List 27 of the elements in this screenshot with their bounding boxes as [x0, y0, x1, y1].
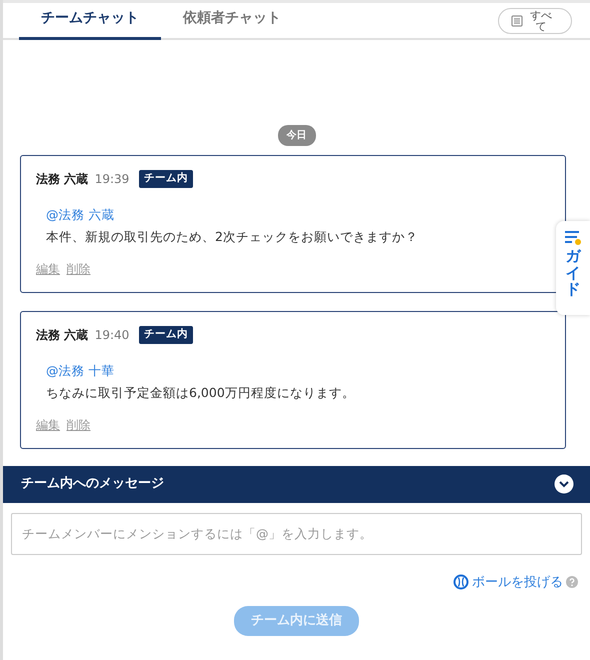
collapse-icon[interactable]: [554, 474, 574, 494]
list-icon: [511, 15, 523, 27]
date-divider: 今日: [278, 125, 316, 146]
message-input[interactable]: チームメンバーにメンションするには「@」を入力します。: [11, 512, 582, 554]
author-name: 法務 六蔵: [36, 171, 88, 188]
guide-tab[interactable]: ガイド: [556, 221, 590, 315]
mention-link[interactable]: @法務 十華: [46, 362, 550, 380]
chat-tab[interactable]: 依頼者チャット: [161, 8, 303, 40]
ball-icon: [452, 574, 468, 590]
message-action[interactable]: 編集: [36, 260, 60, 278]
message-time: 19:39: [94, 171, 130, 188]
composer-title: チーム内へのメッセージ: [21, 475, 164, 494]
message-time: 19:40: [94, 326, 130, 344]
message-action[interactable]: 削除: [66, 416, 90, 434]
scope-tag: チーム内: [139, 170, 194, 188]
ball-link[interactable]: ボールを投げる: [472, 572, 563, 592]
message-action[interactable]: 編集: [36, 416, 60, 434]
scope-tag: チーム内: [139, 326, 194, 344]
mention-link[interactable]: @法務 六蔵: [46, 206, 550, 225]
author-name: 法務 六蔵: [36, 326, 88, 344]
message-text: ちなみに取引予定金額は6,000万円程度になります。: [46, 384, 356, 402]
message-text: 本件、新規の取引先のため、2次チェックをお願いできますか？: [46, 228, 419, 246]
guide-icon: [564, 230, 582, 246]
filter-button[interactable]: すべて: [498, 8, 572, 34]
message-action[interactable]: 削除: [66, 260, 90, 278]
composer-header[interactable]: チーム内へのメッセージ: [3, 466, 590, 502]
chat-tab[interactable]: チームチャット: [19, 8, 161, 40]
